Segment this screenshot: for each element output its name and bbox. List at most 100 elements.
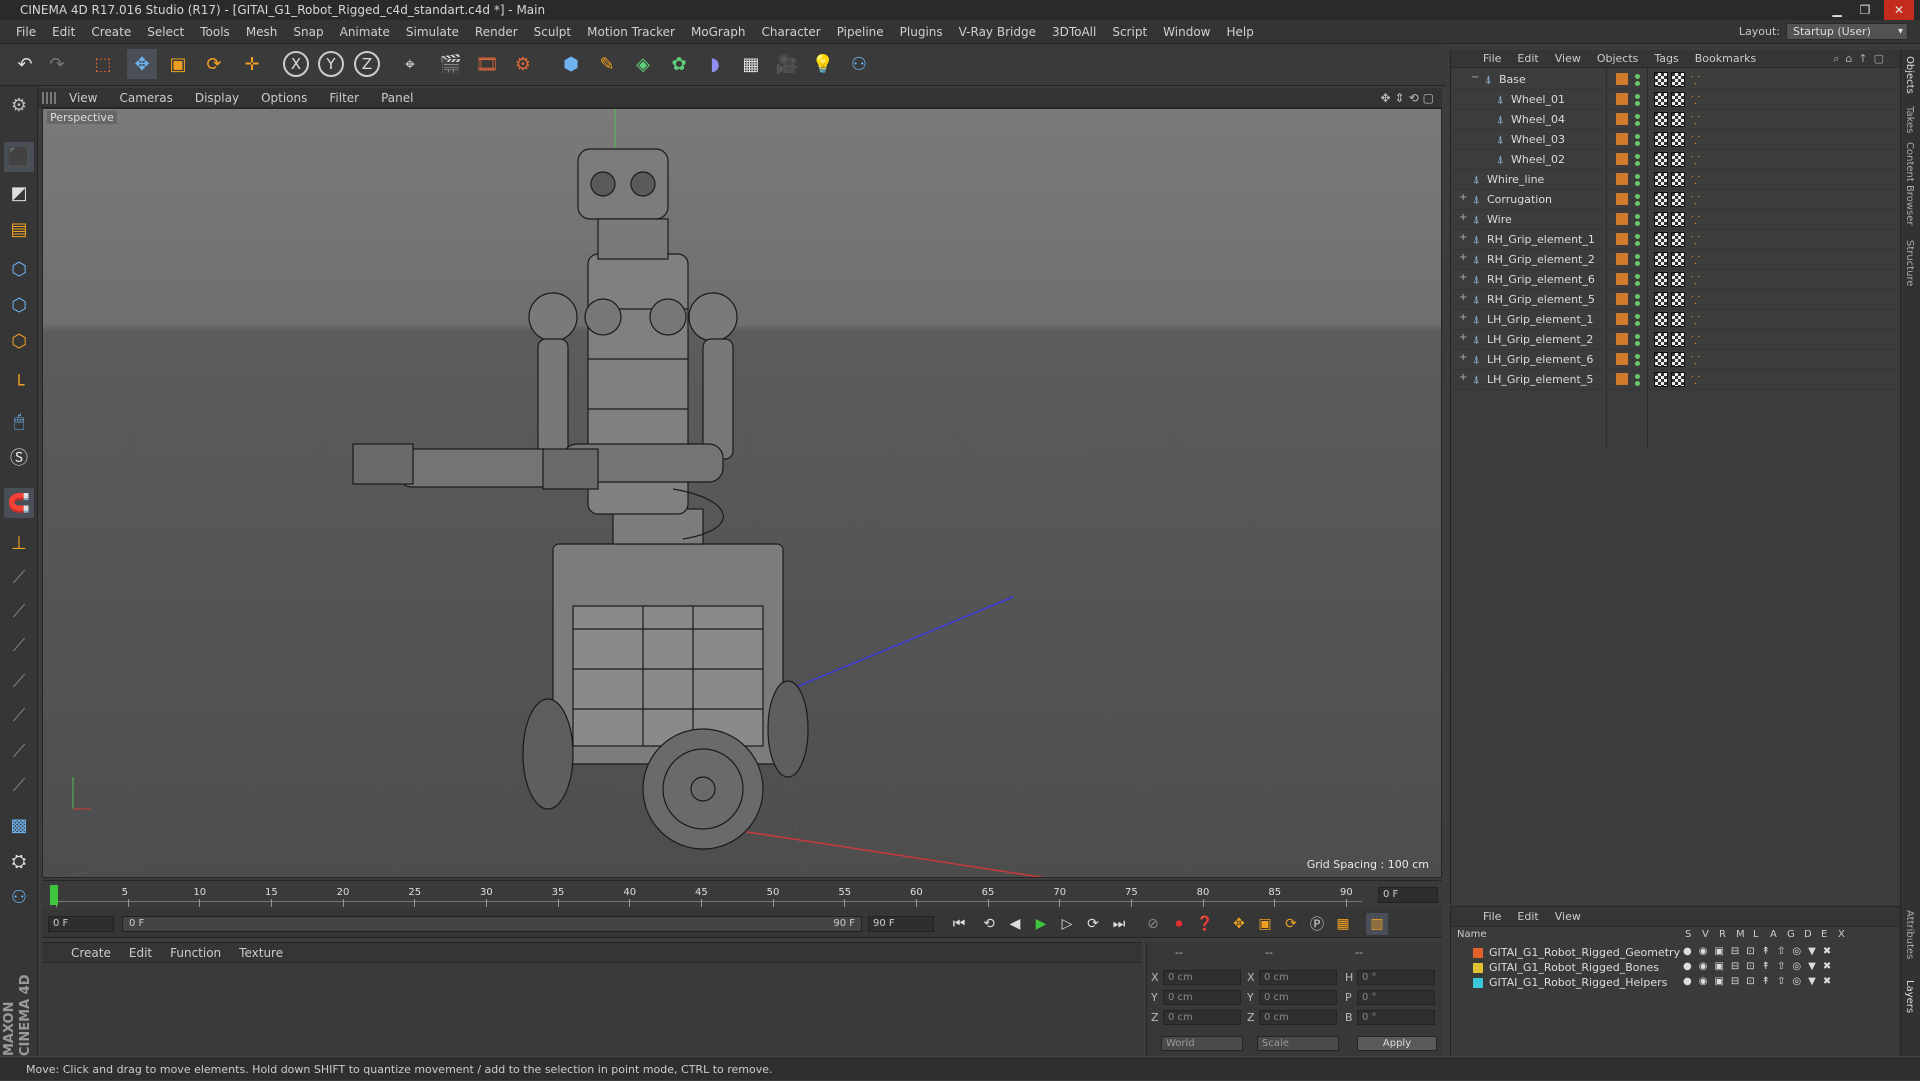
layers-menu-edit[interactable]: Edit xyxy=(1509,910,1546,923)
go-to-start-icon[interactable]: ⏮ xyxy=(948,913,970,935)
paint-tool-icon[interactable]: ⟋ xyxy=(4,736,34,766)
layers-menu-file[interactable]: File xyxy=(1475,910,1509,923)
object-row[interactable]: + ⍋ LH_Grip_element_2 ⸪ xyxy=(1451,330,1901,350)
make-editable-icon[interactable]: ⚙ xyxy=(4,90,34,120)
rotation-h-field[interactable]: 0 ° xyxy=(1357,970,1435,985)
object-row[interactable]: ⍋ Wheel_04 ⸪ xyxy=(1451,110,1901,130)
object-name[interactable]: RH_Grip_element_5 xyxy=(1487,293,1595,306)
axis-mode-icon[interactable]: └ xyxy=(4,370,34,400)
python-script-icon[interactable]: ⚇ xyxy=(4,882,34,912)
menu-render[interactable]: Render xyxy=(467,25,526,39)
viewport-menu-display[interactable]: Display xyxy=(184,91,250,105)
display-tag-icon[interactable] xyxy=(1671,112,1685,127)
viewport-menu-cameras[interactable]: Cameras xyxy=(108,91,183,105)
layer-color-tag[interactable] xyxy=(1616,353,1628,365)
workplane-icon[interactable]: ⊥ xyxy=(4,528,34,558)
undo-icon[interactable]: ↶ xyxy=(10,49,40,79)
expand-toggle[interactable]: + xyxy=(1459,332,1467,343)
object-row[interactable]: + ⍋ LH_Grip_element_1 ⸪ xyxy=(1451,310,1901,330)
tab-objects[interactable]: Objects xyxy=(1904,56,1915,94)
display-tag-icon[interactable] xyxy=(1671,92,1685,107)
record-off-icon[interactable]: ⊘ xyxy=(1142,913,1164,935)
object-name[interactable]: Base xyxy=(1499,73,1526,86)
display-tag-icon[interactable] xyxy=(1671,312,1685,327)
layer-color-swatch[interactable] xyxy=(1473,978,1483,988)
texture-tag-icon[interactable] xyxy=(1654,272,1668,287)
ik-tag-icon[interactable]: ⸪ xyxy=(1691,173,1700,188)
key-position-icon[interactable]: ✥ xyxy=(1228,913,1250,935)
layer-color-tag[interactable] xyxy=(1616,273,1628,285)
layer-color-tag[interactable] xyxy=(1616,193,1628,205)
object-name[interactable]: Corrugation xyxy=(1487,193,1552,206)
skin-tool-icon[interactable]: ⟋ xyxy=(4,700,34,730)
render-visibility-dot[interactable] xyxy=(1635,361,1640,366)
tab-content-browser[interactable]: Content Browser xyxy=(1904,142,1915,225)
layer-toggle-icons[interactable]: ●◉▣⊟⊡↟⇧◎▼✖ xyxy=(1683,961,1838,972)
ik-tag-icon[interactable]: ⸪ xyxy=(1691,353,1700,368)
model-mode-icon[interactable]: ⬛ xyxy=(4,142,34,172)
layer-color-tag[interactable] xyxy=(1616,113,1628,125)
perspective-viewport[interactable]: Perspective Grid Spacing : 100 cm xyxy=(42,108,1442,878)
object-name[interactable]: Whire_line xyxy=(1487,173,1544,186)
cube-primitive-icon[interactable]: ⬢ xyxy=(556,49,586,79)
bind-tool-icon[interactable]: ⟋ xyxy=(4,630,34,660)
editor-visibility-dot[interactable] xyxy=(1635,174,1640,179)
display-tag-icon[interactable] xyxy=(1671,132,1685,147)
editor-visibility-dot[interactable] xyxy=(1635,154,1640,159)
layer-row[interactable]: GITAI_G1_Robot_Rigged_Geometry ●◉▣⊟⊡↟⇧◎▼✖ xyxy=(1451,945,1901,960)
menu-3dtoall[interactable]: 3DToAll xyxy=(1044,25,1104,39)
display-tag-icon[interactable] xyxy=(1671,212,1685,227)
minimize-icon[interactable]: ▁ xyxy=(1828,0,1846,20)
texture-tag-icon[interactable] xyxy=(1654,292,1668,307)
expand-toggle[interactable]: + xyxy=(1459,352,1467,363)
display-tag-icon[interactable] xyxy=(1671,152,1685,167)
ik-tag-icon[interactable]: ⸪ xyxy=(1691,113,1700,128)
render-visibility-dot[interactable] xyxy=(1635,161,1640,166)
tab-layers[interactable]: Layers xyxy=(1904,980,1915,1013)
size-y-field[interactable]: 0 cm xyxy=(1259,990,1337,1005)
texture-mode-icon[interactable]: ◩ xyxy=(4,178,34,208)
layer-color-tag[interactable] xyxy=(1616,333,1628,345)
layer-name[interactable]: GITAI_G1_Robot_Rigged_Helpers xyxy=(1489,976,1667,989)
menu-sculpt[interactable]: Sculpt xyxy=(526,25,579,39)
object-name[interactable]: Wheel_04 xyxy=(1511,113,1565,126)
expand-toggle[interactable]: + xyxy=(1459,312,1467,323)
rotation-b-field[interactable]: 0 ° xyxy=(1357,1010,1435,1025)
autokey-icon[interactable]: ❓ xyxy=(1194,913,1216,935)
key-scale-icon[interactable]: ▣ xyxy=(1254,913,1276,935)
layer-color-tag[interactable] xyxy=(1616,153,1628,165)
brush-tool-icon[interactable]: ⟋ xyxy=(4,770,34,800)
expand-toggle[interactable]: + xyxy=(1459,372,1467,383)
menu-tools[interactable]: Tools xyxy=(192,25,238,39)
layer-toggle-icons[interactable]: ●◉▣⊟⊡↟⇧◎▼✖ xyxy=(1683,946,1838,957)
render-visibility-dot[interactable] xyxy=(1635,281,1640,286)
layout-select[interactable]: Startup (User) xyxy=(1786,23,1908,40)
end-frame-field[interactable]: 90 F xyxy=(868,916,934,932)
objects-menu-edit[interactable]: Edit xyxy=(1509,52,1546,65)
editor-visibility-dot[interactable] xyxy=(1635,134,1640,139)
object-name[interactable]: LH_Grip_element_5 xyxy=(1487,373,1593,386)
ik-tag-icon[interactable]: ⸪ xyxy=(1691,293,1700,308)
display-tag-icon[interactable] xyxy=(1671,292,1685,307)
editor-visibility-dot[interactable] xyxy=(1635,234,1640,239)
viewport-menu-panel[interactable]: Panel xyxy=(370,91,424,105)
move-tool-icon[interactable]: ✥ xyxy=(127,49,157,79)
floor-environment-icon[interactable]: ▦ xyxy=(736,49,766,79)
start-frame-field[interactable]: 0 F xyxy=(48,916,114,932)
ik-tag-icon[interactable]: ⸪ xyxy=(1691,213,1700,228)
render-visibility-dot[interactable] xyxy=(1635,261,1640,266)
layer-row[interactable]: GITAI_G1_Robot_Rigged_Bones ●◉▣⊟⊡↟⇧◎▼✖ xyxy=(1451,960,1901,975)
next-frame-icon[interactable]: ▷ xyxy=(1056,913,1078,935)
spline-pen-icon[interactable]: ✎ xyxy=(592,49,622,79)
edges-mode-icon[interactable]: ⬡ xyxy=(4,290,34,320)
layer-color-tag[interactable] xyxy=(1616,213,1628,225)
rotation-p-field[interactable]: 0 ° xyxy=(1357,990,1435,1005)
viewport-menu-options[interactable]: Options xyxy=(250,91,318,105)
tweak-mode-icon[interactable]: 🖱 xyxy=(4,406,34,436)
layer-color-swatch[interactable] xyxy=(1473,963,1483,973)
ik-tag-icon[interactable]: ⸪ xyxy=(1691,253,1700,268)
object-row[interactable]: + ⍋ LH_Grip_element_6 ⸪ xyxy=(1451,350,1901,370)
display-tag-icon[interactable] xyxy=(1671,352,1685,367)
render-visibility-dot[interactable] xyxy=(1635,201,1640,206)
objects-menu-bookmarks[interactable]: Bookmarks xyxy=(1687,52,1764,65)
